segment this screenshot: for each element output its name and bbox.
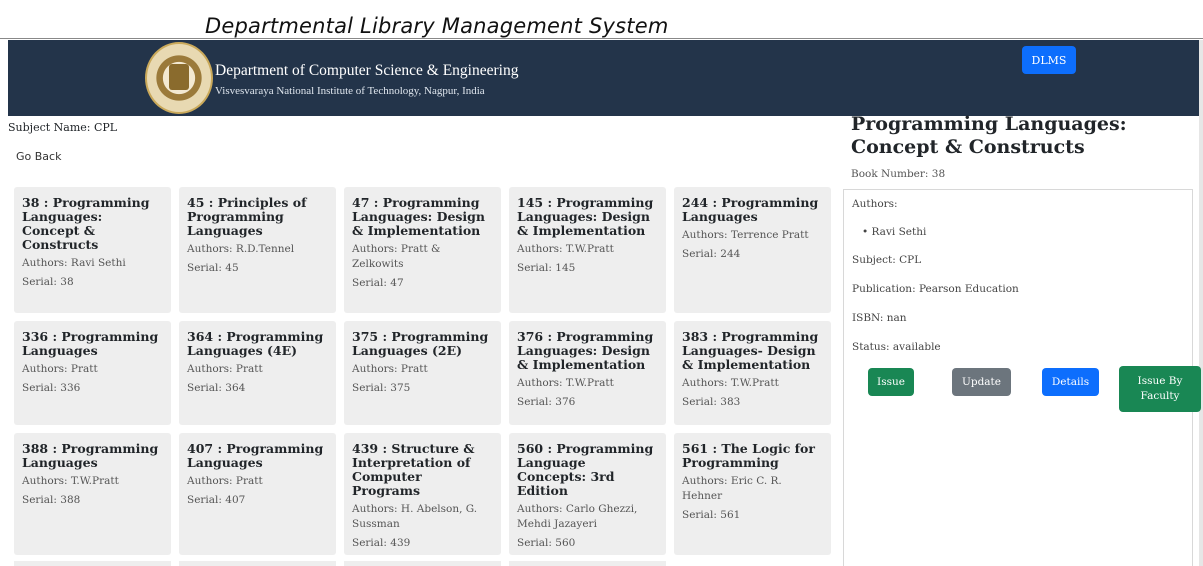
book-authors: Authors: T.W.Pratt bbox=[517, 243, 614, 255]
book-title: 407 : Programming Languages bbox=[187, 441, 324, 470]
author-name: Ravi Sethi bbox=[871, 226, 927, 238]
issue-by-faculty-button[interactable]: Issue By Faculty bbox=[1119, 366, 1201, 412]
book-card[interactable]: 364 : Programming Languages (4E) Authors… bbox=[179, 321, 336, 425]
book-card[interactable]: 383 : Programming Languages- Design & Im… bbox=[674, 321, 831, 425]
book-serial: Serial: 383 bbox=[682, 396, 741, 408]
go-back-link[interactable]: Go Back bbox=[16, 150, 61, 163]
book-serial: Serial: 145 bbox=[517, 262, 576, 274]
book-title: 439 : Structure & Interpretation of Comp… bbox=[352, 441, 475, 498]
book-authors: Authors: Ravi Sethi bbox=[22, 257, 126, 269]
book-authors: Authors: T.W.Pratt bbox=[682, 377, 779, 389]
details-button[interactable]: Details bbox=[1042, 368, 1099, 396]
book-title: 145 : Programming Languages: Design & Im… bbox=[517, 195, 654, 238]
book-authors: Authors: Carlo Ghezzi, Mehdi Jazayeri bbox=[517, 503, 638, 530]
book-title: 244 : Programming Languages bbox=[682, 195, 819, 224]
book-card[interactable]: 45 : Principles of Programming Languages… bbox=[179, 187, 336, 313]
book-card[interactable] bbox=[14, 561, 171, 566]
book-serial: Serial: 560 bbox=[517, 537, 576, 549]
book-serial: Serial: 47 bbox=[352, 277, 404, 289]
book-card[interactable] bbox=[179, 561, 336, 566]
book-grid-next-row bbox=[14, 561, 830, 566]
subject-name: Subject Name: CPL bbox=[8, 121, 118, 134]
book-card[interactable]: 47 : Programming Languages: Design & Imp… bbox=[344, 187, 501, 313]
issue-button[interactable]: Issue bbox=[868, 368, 914, 396]
subject-field: Subject: CPL bbox=[852, 254, 922, 266]
institute-name: Visvesvaraya National Institute of Techn… bbox=[215, 85, 485, 97]
book-authors: Authors: Pratt bbox=[187, 475, 263, 487]
book-title: 560 : Programming Language Concepts: 3rd… bbox=[517, 441, 654, 498]
book-serial: Serial: 244 bbox=[682, 248, 741, 260]
institute-logo-icon bbox=[145, 42, 213, 114]
book-title: 38 : Programming Languages: Concept & Co… bbox=[22, 195, 150, 252]
publication-field: Publication: Pearson Education bbox=[852, 283, 1019, 295]
book-authors: Authors: R.D.Tennel bbox=[187, 243, 295, 255]
book-serial: Serial: 375 bbox=[352, 382, 411, 394]
book-card[interactable]: 336 : Programming Languages Authors: Pra… bbox=[14, 321, 171, 425]
book-authors: Authors: H. Abelson, G. Sussman bbox=[352, 503, 478, 530]
book-title: 375 : Programming Languages (2E) bbox=[352, 329, 489, 358]
selected-book-title: Programming Languages: Concept & Constru… bbox=[851, 113, 1127, 158]
status-field: Status: available bbox=[852, 341, 941, 353]
book-title: 383 : Programming Languages- Design & Im… bbox=[682, 329, 819, 372]
page-scrollbar[interactable] bbox=[1199, 40, 1203, 566]
book-serial: Serial: 376 bbox=[517, 396, 576, 408]
book-card[interactable]: 375 : Programming Languages (2E) Authors… bbox=[344, 321, 501, 425]
book-serial: Serial: 364 bbox=[187, 382, 246, 394]
book-title: 561 : The Logic for Programming bbox=[682, 441, 815, 470]
selected-book-number: Book Number: 38 bbox=[851, 168, 946, 180]
book-title: 364 : Programming Languages (4E) bbox=[187, 329, 324, 358]
book-card[interactable]: 560 : Programming Language Concepts: 3rd… bbox=[509, 433, 666, 555]
department-name: Department of Computer Science & Enginee… bbox=[215, 62, 519, 79]
book-card[interactable]: 244 : Programming Languages Authors: Ter… bbox=[674, 187, 831, 313]
book-card[interactable]: 407 : Programming Languages Authors: Pra… bbox=[179, 433, 336, 555]
author-list-item: • Ravi Sethi bbox=[862, 226, 927, 238]
authors-label: Authors: bbox=[852, 198, 898, 210]
book-card[interactable]: 561 : The Logic for Programming Authors:… bbox=[674, 433, 831, 555]
book-serial: Serial: 336 bbox=[22, 382, 81, 394]
book-card[interactable] bbox=[509, 561, 666, 566]
book-authors: Authors: Terrence Pratt bbox=[682, 229, 809, 241]
update-button[interactable]: Update bbox=[952, 368, 1011, 396]
book-authors: Authors: Pratt bbox=[187, 363, 263, 375]
book-serial: Serial: 45 bbox=[187, 262, 239, 274]
site-header: Department of Computer Science & Enginee… bbox=[8, 40, 1199, 116]
book-card[interactable] bbox=[344, 561, 501, 566]
book-authors: Authors: T.W.Pratt bbox=[517, 377, 614, 389]
caption-divider bbox=[0, 38, 1203, 39]
isbn-field: ISBN: nan bbox=[852, 312, 907, 324]
book-card[interactable]: 38 : Programming Languages: Concept & Co… bbox=[14, 187, 171, 313]
book-title: 336 : Programming Languages bbox=[22, 329, 159, 358]
book-title: 388 : Programming Languages bbox=[22, 441, 159, 470]
book-card[interactable]: 439 : Structure & Interpretation of Comp… bbox=[344, 433, 501, 555]
book-authors: Authors: Eric C. R. Hehner bbox=[682, 475, 782, 502]
book-authors: Authors: T.W.Pratt bbox=[22, 475, 119, 487]
book-title: 376 : Programming Languages: Design & Im… bbox=[517, 329, 654, 372]
dlms-nav-button[interactable]: DLMS bbox=[1022, 46, 1076, 74]
book-authors: Authors: Pratt & Zelkowits bbox=[352, 243, 441, 270]
book-grid: 38 : Programming Languages: Concept & Co… bbox=[14, 187, 831, 555]
book-title: 47 : Programming Languages: Design & Imp… bbox=[352, 195, 486, 238]
book-serial: Serial: 38 bbox=[22, 276, 74, 288]
page-caption: Departmental Library Management System bbox=[205, 14, 669, 38]
book-serial: Serial: 561 bbox=[682, 509, 741, 521]
book-serial: Serial: 407 bbox=[187, 494, 246, 506]
book-card[interactable]: 145 : Programming Languages: Design & Im… bbox=[509, 187, 666, 313]
book-authors: Authors: Pratt bbox=[352, 363, 428, 375]
book-serial: Serial: 388 bbox=[22, 494, 81, 506]
book-card[interactable]: 388 : Programming Languages Authors: T.W… bbox=[14, 433, 171, 555]
book-details-panel: Authors: • Ravi Sethi Subject: CPL Publi… bbox=[843, 189, 1201, 566]
book-authors: Authors: Pratt bbox=[22, 363, 98, 375]
book-serial: Serial: 439 bbox=[352, 537, 411, 549]
book-card[interactable]: 376 : Programming Languages: Design & Im… bbox=[509, 321, 666, 425]
book-title: 45 : Principles of Programming Languages bbox=[187, 195, 307, 238]
